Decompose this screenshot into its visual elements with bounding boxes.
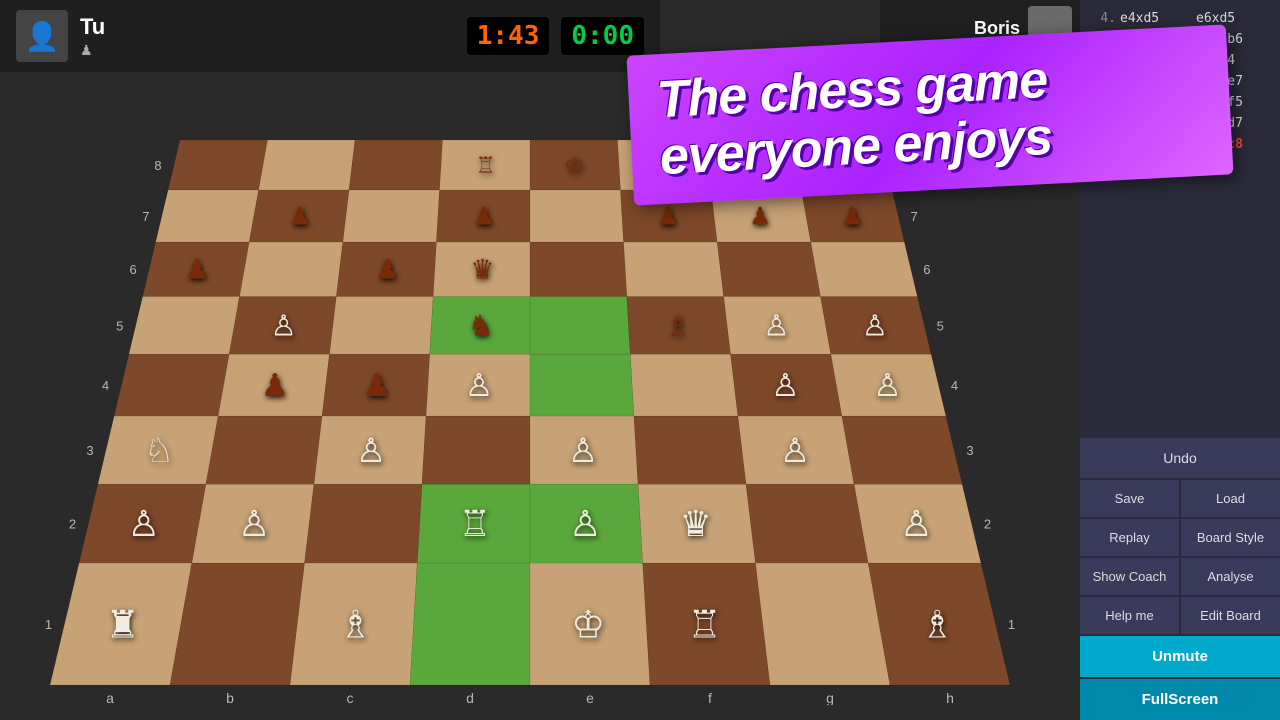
svg-text:♙: ♙ — [569, 504, 601, 544]
svg-text:b: b — [226, 690, 234, 705]
svg-text:6: 6 — [130, 262, 137, 277]
button-area: Undo Save Load Replay Board Style Show C… — [1080, 438, 1280, 720]
svg-text:♜: ♜ — [106, 604, 140, 646]
svg-text:♛: ♛ — [470, 255, 494, 285]
svg-text:f: f — [708, 690, 712, 705]
avatar-icon: 👤 — [25, 20, 60, 53]
svg-text:5: 5 — [937, 318, 944, 333]
svg-text:♙: ♙ — [128, 504, 160, 544]
svg-text:4: 4 — [102, 378, 109, 393]
opponent-timer: 0:00 — [561, 17, 644, 55]
svg-text:♟: ♟ — [289, 204, 311, 231]
player-bar: 👤 Tu ♟ 1:43 0:00 — [0, 0, 660, 72]
svg-text:♙: ♙ — [271, 310, 297, 342]
svg-text:♗: ♗ — [338, 604, 372, 646]
svg-text:♟: ♟ — [261, 368, 289, 403]
replay-boardstyle-row: Replay Board Style — [1080, 519, 1280, 556]
svg-text:♟: ♟ — [841, 204, 863, 231]
svg-text:♟: ♟ — [473, 204, 495, 231]
svg-text:♔: ♔ — [565, 153, 585, 178]
svg-text:7: 7 — [911, 209, 918, 224]
svg-text:2: 2 — [69, 517, 76, 532]
analyse-button[interactable]: Analyse — [1181, 558, 1280, 595]
svg-text:♘: ♘ — [144, 433, 174, 470]
svg-text:3: 3 — [86, 443, 93, 458]
save-load-row: Save Load — [1080, 480, 1280, 517]
svg-text:♙: ♙ — [763, 310, 789, 342]
svg-text:1: 1 — [1008, 617, 1015, 632]
player-avatar: 👤 — [16, 10, 68, 62]
svg-text:♙: ♙ — [873, 368, 901, 403]
fullscreen-button[interactable]: FullScreen — [1080, 679, 1280, 720]
svg-text:♟: ♟ — [375, 255, 399, 285]
replay-button[interactable]: Replay — [1080, 519, 1179, 556]
svg-text:♟: ♟ — [185, 255, 209, 285]
promo-banner: The chess game everyone enjoys — [626, 24, 1233, 206]
svg-text:♛: ♛ — [680, 504, 712, 544]
help-editboard-row: Help me Edit Board — [1080, 597, 1280, 634]
svg-text:4: 4 — [951, 378, 958, 393]
svg-text:♟: ♟ — [657, 204, 679, 231]
player-name: Tu — [80, 14, 105, 40]
svg-text:2: 2 — [984, 517, 991, 532]
svg-text:♙: ♙ — [771, 368, 799, 403]
svg-text:h: h — [946, 690, 954, 705]
svg-text:d: d — [466, 690, 474, 705]
load-button[interactable]: Load — [1181, 480, 1280, 517]
svg-text:♟: ♟ — [363, 368, 391, 403]
edit-board-button[interactable]: Edit Board — [1181, 597, 1280, 634]
help-me-button[interactable]: Help me — [1080, 597, 1179, 634]
move-black[interactable]: e6xd5 — [1196, 11, 1268, 26]
save-button[interactable]: Save — [1080, 480, 1179, 517]
undo-button[interactable]: Undo — [1080, 438, 1280, 478]
svg-text:7: 7 — [142, 209, 149, 224]
svg-text:♗: ♗ — [920, 604, 954, 646]
svg-text:♙: ♙ — [900, 504, 932, 544]
svg-text:♙: ♙ — [568, 433, 598, 470]
svg-text:♙: ♙ — [356, 433, 386, 470]
svg-text:♟: ♟ — [749, 204, 771, 231]
move-white[interactable]: e4xd5 — [1120, 11, 1192, 26]
svg-text:8: 8 — [154, 158, 161, 173]
local-timer: 1:43 — [467, 17, 550, 55]
svg-text:♗: ♗ — [665, 310, 691, 342]
show-coach-button[interactable]: Show Coach — [1080, 558, 1179, 595]
svg-text:♙: ♙ — [465, 368, 493, 403]
svg-text:♖: ♖ — [459, 504, 491, 544]
svg-text:♖: ♖ — [688, 604, 722, 646]
svg-text:♙: ♙ — [238, 504, 270, 544]
unmute-button[interactable]: Unmute — [1080, 636, 1280, 677]
svg-text:♙: ♙ — [862, 310, 888, 342]
svg-text:a: a — [106, 690, 114, 705]
svg-text:1: 1 — [45, 617, 52, 632]
svg-text:g: g — [826, 690, 834, 705]
svg-text:♔: ♔ — [571, 604, 605, 646]
svg-text:♙: ♙ — [780, 433, 810, 470]
svg-text:♞: ♞ — [468, 310, 494, 342]
svg-text:c: c — [347, 690, 354, 705]
player-piece-icon: ♟ — [80, 42, 105, 59]
svg-text:5: 5 — [116, 318, 123, 333]
svg-text:e: e — [586, 690, 594, 705]
coach-analyse-row: Show Coach Analyse — [1080, 558, 1280, 595]
svg-text:3: 3 — [966, 443, 973, 458]
svg-text:♖: ♖ — [476, 153, 496, 178]
board-style-button[interactable]: Board Style — [1181, 519, 1280, 556]
svg-text:6: 6 — [923, 262, 930, 277]
move-number: 4. — [1088, 11, 1116, 26]
